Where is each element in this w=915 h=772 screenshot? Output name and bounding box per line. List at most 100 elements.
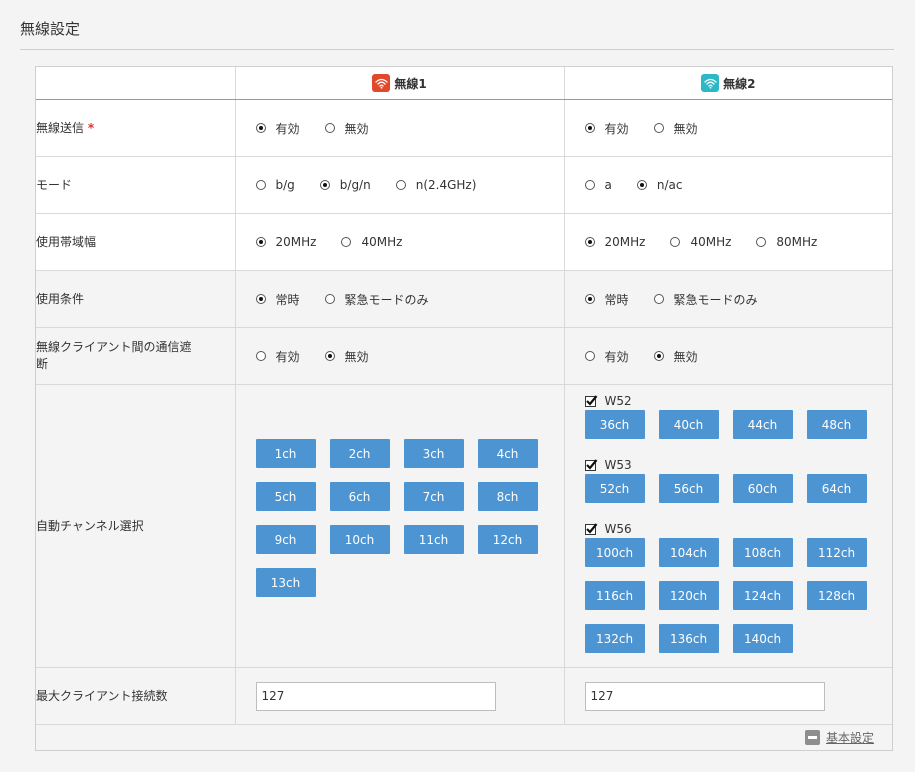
channel-button[interactable]: 140ch (732, 624, 793, 653)
radio-label: 常時 (604, 292, 629, 307)
band-checkbox-row[interactable]: W56 (584, 520, 893, 538)
band-label: W52 (604, 394, 632, 408)
radio-option[interactable]: 無効 (653, 120, 698, 137)
channel-button[interactable]: 10ch (329, 525, 390, 554)
radio-label: 有効 (604, 349, 629, 364)
channel-button[interactable]: 36ch (584, 410, 645, 439)
band-group: W52 36ch 40ch 44ch 48ch (565, 392, 893, 449)
band-checkbox-row[interactable]: W53 (584, 456, 893, 474)
row-label-mode: モード (36, 156, 236, 214)
radio-option[interactable]: 緊急モードのみ (324, 291, 429, 308)
max-clients-input-w1[interactable] (255, 681, 496, 711)
channel-button[interactable]: 8ch (477, 482, 538, 511)
isolation-radio-group-w1: 有効 無効 (236, 348, 564, 365)
checkbox-checked-icon[interactable] (584, 458, 597, 471)
channel-button[interactable]: 7ch (403, 482, 464, 511)
channel-button[interactable]: 40ch (658, 410, 719, 439)
channel-button[interactable]: 11ch (403, 525, 464, 554)
radio-label: 常時 (275, 292, 300, 307)
checkbox-checked-icon[interactable] (584, 522, 597, 535)
radio-option[interactable]: 有効 (584, 120, 629, 137)
channel-button[interactable]: 6ch (329, 482, 390, 511)
radio-option[interactable]: 有効 (255, 120, 300, 137)
channel-button[interactable]: 56ch (658, 474, 719, 503)
basic-settings-link[interactable]: 基本設定 (804, 729, 874, 746)
channel-button[interactable]: 112ch (806, 538, 867, 567)
band-group: W53 52ch 56ch 60ch 64ch (565, 456, 893, 513)
channel-button[interactable]: 48ch (806, 410, 867, 439)
radio-option[interactable]: 有効 (584, 348, 629, 365)
radio-label: 有効 (604, 121, 629, 136)
radio-unchecked-icon (756, 237, 767, 247)
radio-option[interactable]: 無効 (324, 120, 369, 137)
radio-checked-icon (584, 123, 595, 133)
channel-button[interactable]: 2ch (329, 439, 390, 468)
radio-unchecked-icon (584, 351, 595, 361)
radio-option[interactable]: 無効 (324, 348, 369, 365)
radio-option[interactable]: 20MHz (584, 235, 645, 249)
band-group: W56 100ch 104ch 108ch 112ch 116ch 120ch 124ch 12… (565, 520, 893, 667)
radio-checked-icon (636, 180, 647, 190)
radio-option[interactable]: b/g (255, 178, 295, 192)
channel-button[interactable]: 5ch (255, 482, 316, 511)
radio-label: n/ac (656, 178, 683, 192)
channel-button[interactable]: 60ch (732, 474, 793, 503)
page-title: 無線設定 (20, 20, 81, 38)
radio-option[interactable]: n(2.4GHz) (395, 178, 476, 192)
channel-button[interactable]: 13ch (255, 568, 316, 597)
radio-option[interactable]: 有効 (255, 348, 300, 365)
radio-checked-icon (584, 237, 595, 247)
channel-button[interactable]: 12ch (477, 525, 538, 554)
required-mark: * (87, 120, 95, 135)
radio-checked-icon (584, 294, 595, 304)
channel-button[interactable]: 124ch (732, 581, 793, 610)
radio-option[interactable]: 緊急モードのみ (653, 291, 758, 308)
radio-option[interactable]: 無効 (653, 348, 698, 365)
channel-button[interactable]: 116ch (584, 581, 645, 610)
radio-option[interactable]: b/g/n (319, 178, 371, 192)
bandwidth-radio-group-w2: 20MHz 40MHz 80MHz (565, 235, 893, 249)
condition-radio-group-w1: 常時 緊急モードのみ (236, 291, 564, 308)
channel-button[interactable]: 44ch (732, 410, 793, 439)
condition-radio-group-w2: 常時 緊急モードのみ (565, 291, 893, 308)
radio-option[interactable]: 常時 (584, 291, 629, 308)
channel-button[interactable]: 128ch (806, 581, 867, 610)
radio-option[interactable]: 40MHz (670, 235, 731, 249)
max-clients-input-w2[interactable] (584, 681, 825, 711)
band-checkbox-row[interactable]: W52 (584, 392, 893, 410)
radio-unchecked-icon (653, 294, 664, 304)
settings-table: 無線1 無線2 無線送信 * 有効 無効 有効 無効 モード b/g b/g/n n(2… (36, 67, 892, 725)
radio-unchecked-icon (584, 180, 595, 190)
minus-icon (804, 730, 820, 745)
radio-unchecked-icon (324, 123, 335, 133)
band-channel-grid: 36ch 40ch 44ch 48ch (584, 410, 885, 449)
channel-button[interactable]: 3ch (403, 439, 464, 468)
channel-button[interactable]: 52ch (584, 474, 645, 503)
channel-button[interactable]: 104ch (658, 538, 719, 567)
radio-option[interactable]: 20MHz (255, 235, 316, 249)
channel-button[interactable]: 132ch (584, 624, 645, 653)
mode-radio-group-w2: a n/ac (565, 178, 893, 192)
radio-option[interactable]: a (584, 178, 612, 192)
channel-button[interactable]: 4ch (477, 439, 538, 468)
header-wireless1: 無線1 (235, 67, 565, 100)
radio-checked-icon (255, 294, 266, 304)
channel-button[interactable]: 100ch (584, 538, 645, 567)
channel-button[interactable]: 108ch (732, 538, 793, 567)
radio-unchecked-icon (670, 237, 681, 247)
radio-label: b/g/n (339, 178, 371, 192)
radio-option[interactable]: 80MHz (756, 235, 817, 249)
radio-option[interactable]: 40MHz (341, 235, 402, 249)
basic-settings-label: 基本設定 (825, 731, 874, 745)
channel-button[interactable]: 120ch (658, 581, 719, 610)
radio-option[interactable]: 常時 (255, 291, 300, 308)
channel-button[interactable]: 1ch (255, 439, 316, 468)
radio-option[interactable]: n/ac (636, 178, 683, 192)
channel-button[interactable]: 136ch (658, 624, 719, 653)
isolation-radio-group-w2: 有効 無効 (565, 348, 893, 365)
radio-label: 40MHz (361, 235, 403, 249)
radio-label: 緊急モードのみ (673, 292, 758, 307)
checkbox-checked-icon[interactable] (584, 394, 597, 407)
channel-button[interactable]: 9ch (255, 525, 316, 554)
channel-button[interactable]: 64ch (806, 474, 867, 503)
